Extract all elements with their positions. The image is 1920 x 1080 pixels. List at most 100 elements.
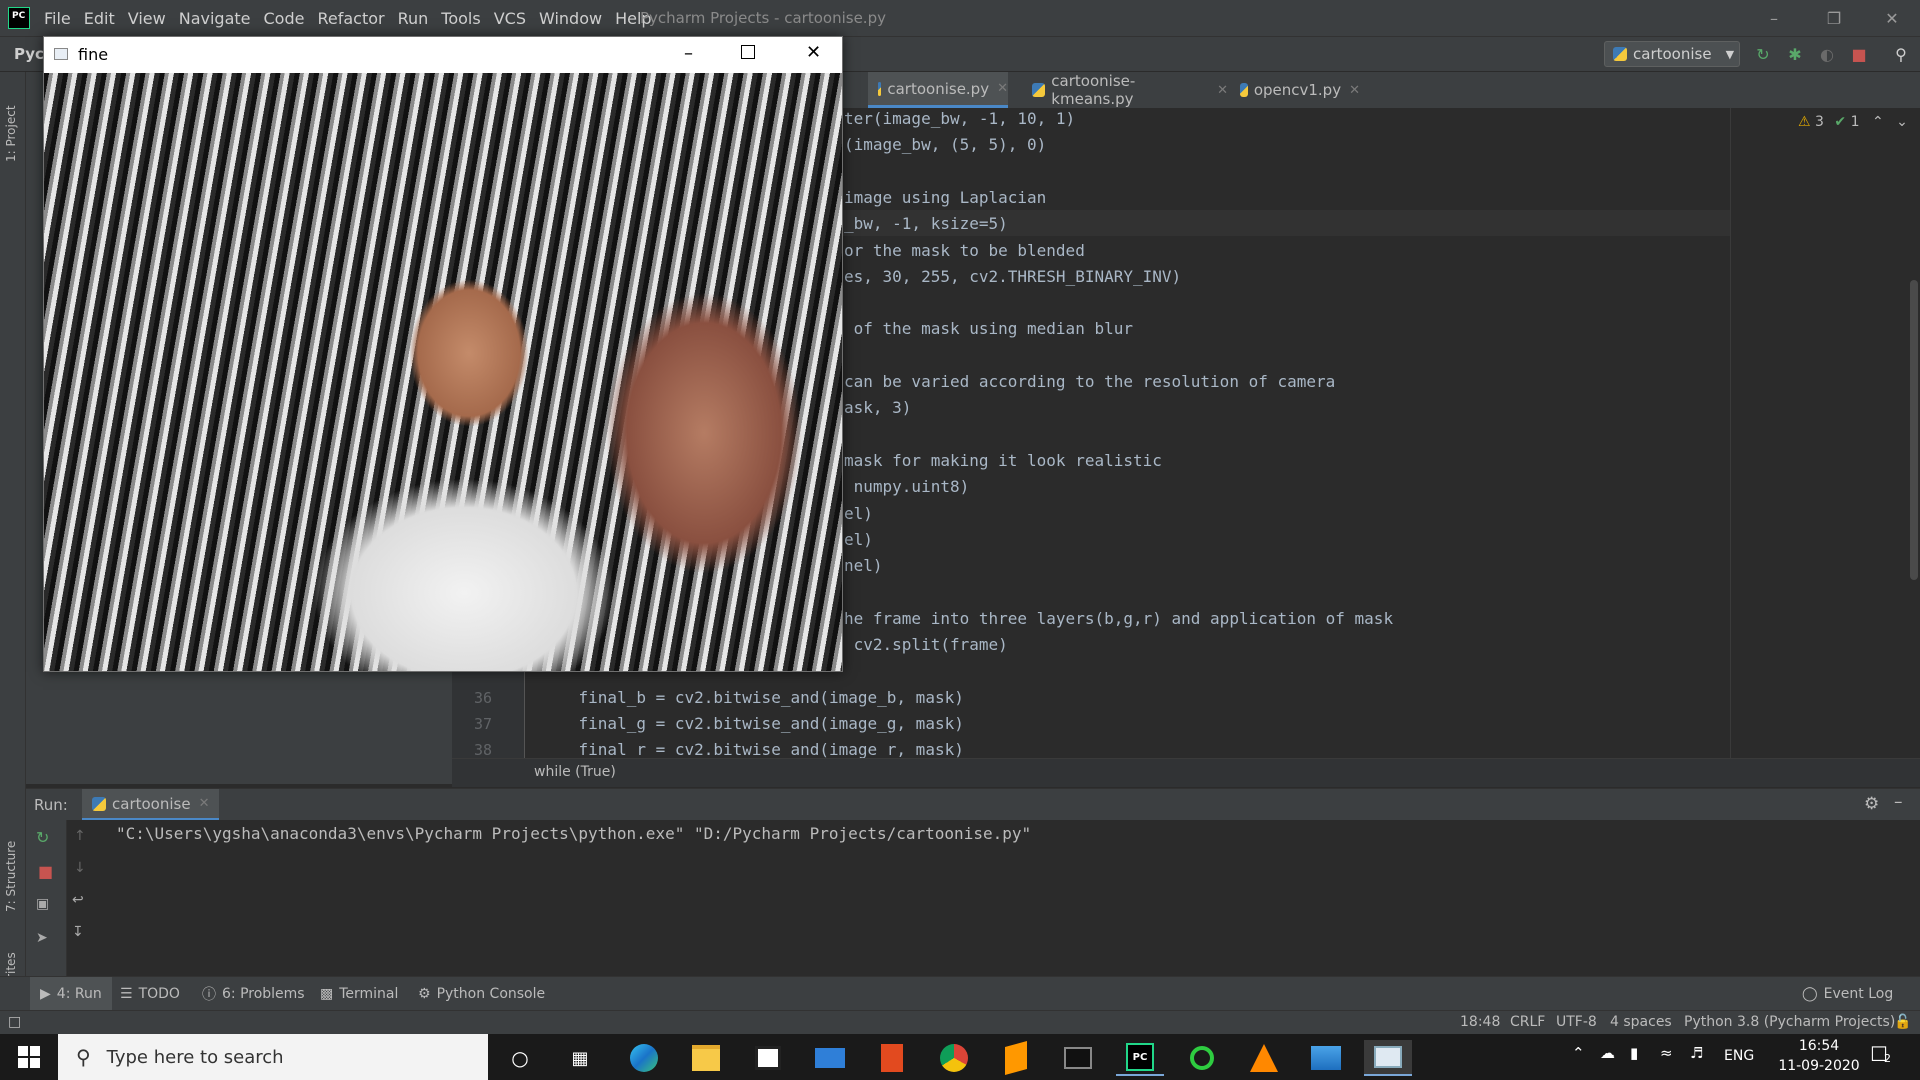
inspection-widget[interactable]: ⚠ 3 ✔ 1 ⌃ ⌄ [1798, 114, 1908, 130]
run-console[interactable] [26, 820, 1920, 976]
pin-icon[interactable]: ➤ [36, 930, 48, 946]
tab-opencv1[interactable]: opencv1.py ✕ [1236, 72, 1360, 108]
menu-vcs[interactable]: VCS [494, 9, 526, 28]
scroll-to-end-icon[interactable]: ↧ [72, 924, 84, 940]
editor-breadcrumb[interactable]: while (True) [452, 758, 1920, 787]
close-tab-icon[interactable]: ✕ [199, 796, 210, 811]
taskbar-search[interactable]: ⚲ Type here to search [58, 1034, 488, 1080]
mail-icon[interactable] [806, 1040, 854, 1076]
line-number: 37 [473, 715, 492, 733]
sublime-icon[interactable] [992, 1040, 1040, 1076]
soft-wrap-icon[interactable]: ↩ [72, 892, 84, 908]
windows-start-icon[interactable] [18, 1046, 40, 1068]
tool-structure[interactable]: 7: Structure [4, 822, 18, 912]
close-button[interactable]: ✕ [806, 42, 821, 63]
wifi-icon[interactable]: ≈ [1660, 1044, 1673, 1062]
left-tool-strip: 1: Project 7: Structure 2: Favorites [0, 72, 26, 1022]
stop-icon[interactable]: ■ [38, 862, 53, 881]
close-tab-icon[interactable]: ✕ [1349, 83, 1360, 98]
input-language[interactable]: ENG [1724, 1048, 1754, 1064]
cloud-icon[interactable]: ☁ [1600, 1044, 1615, 1062]
close-button[interactable]: ✕ [1864, 0, 1920, 36]
menu-code[interactable]: Code [264, 9, 305, 28]
menu-edit[interactable]: Edit [84, 9, 115, 28]
stop-icon[interactable]: ■ [1848, 43, 1870, 65]
editor-scrollbar[interactable] [1910, 280, 1918, 580]
line-separator[interactable]: CRLF [1510, 1014, 1545, 1030]
edge-icon[interactable] [620, 1040, 668, 1076]
chevron-down-icon[interactable]: ⌄ [1896, 114, 1908, 130]
vlc-icon[interactable] [1240, 1040, 1288, 1076]
menu-navigate[interactable]: Navigate [179, 9, 251, 28]
code-line: (image_bw, (5, 5), 0) [844, 135, 1047, 154]
tool-todo[interactable]: ☰ TODO [120, 977, 180, 1011]
panel-toggle-icon[interactable]: □ [8, 1014, 21, 1030]
python-icon [1613, 47, 1627, 61]
event-log[interactable]: ◯ Event Log [1802, 977, 1893, 1011]
restore-button[interactable]: ❐ [1806, 0, 1862, 36]
tab-cartoonise-kmeans[interactable]: cartoonise-kmeans.py ✕ [1028, 72, 1228, 108]
office-icon[interactable] [868, 1040, 916, 1076]
close-tab-icon[interactable]: ✕ [997, 81, 1008, 96]
tool-terminal-label: Terminal [339, 986, 399, 1002]
down-arrow-icon[interactable]: ↓ [74, 860, 86, 876]
file-explorer-icon[interactable] [682, 1040, 730, 1076]
python-interpreter[interactable]: Python 3.8 (Pycharm Projects) [1684, 1014, 1895, 1030]
indent-setting[interactable]: 4 spaces [1610, 1014, 1672, 1030]
terminal-app-icon[interactable] [1054, 1040, 1102, 1076]
fine-window[interactable]: fine – ✕ [43, 36, 843, 672]
battery-icon[interactable]: ▮ [1630, 1044, 1638, 1062]
cortana-icon[interactable]: ○ [496, 1040, 544, 1076]
up-arrow-icon[interactable]: ↑ [74, 828, 86, 844]
menu-file[interactable]: File [44, 9, 71, 28]
show-hidden-icons[interactable]: ⌃ [1572, 1044, 1585, 1062]
tool-run-label: 4: Run [56, 986, 102, 1002]
opencv-window-icon[interactable] [1364, 1040, 1412, 1076]
pycharm-taskbar-icon[interactable]: PC [1116, 1040, 1164, 1076]
volume-icon[interactable]: ♬ [1690, 1044, 1703, 1062]
tab-cartoonise[interactable]: cartoonise.py ✕ [868, 72, 1008, 108]
clock[interactable]: 16:54 11-09-2020 [1778, 1036, 1860, 1076]
tool-problems[interactable]: ⓘ 6: Problems [202, 977, 305, 1011]
lock-icon[interactable]: 🔓 [1894, 1014, 1911, 1030]
rerun-icon[interactable]: ↻ [1752, 43, 1774, 65]
chevron-up-icon[interactable]: ⌃ [1872, 114, 1884, 130]
run-config-select[interactable]: cartoonise ▼ [1604, 41, 1740, 67]
window-icon [54, 48, 68, 60]
task-view-icon[interactable]: ▦ [556, 1040, 604, 1076]
tool-python-console[interactable]: ⚙ Python Console [418, 977, 545, 1011]
run-tab-cartoonise[interactable]: cartoonise ✕ [82, 789, 220, 821]
photos-icon[interactable] [1302, 1040, 1350, 1076]
menu-view[interactable]: View [128, 9, 166, 28]
chrome-icon[interactable] [930, 1040, 978, 1076]
close-tab-icon[interactable]: ✕ [1217, 83, 1228, 98]
search-icon[interactable]: ⚲ [1890, 43, 1912, 65]
clock-time: 16:54 [1798, 1038, 1840, 1054]
coverage-icon[interactable]: ◐ [1816, 43, 1838, 65]
run-tab-label: cartoonise [112, 794, 191, 813]
menu-refactor[interactable]: Refactor [317, 9, 384, 28]
file-encoding[interactable]: UTF-8 [1556, 1014, 1597, 1030]
hide-panel-icon[interactable]: – [1894, 792, 1903, 812]
menu-run[interactable]: Run [398, 9, 429, 28]
menu-window[interactable]: Window [539, 9, 602, 28]
code-line: ask, 3) [844, 398, 912, 417]
debug-icon[interactable]: ✱ [1784, 43, 1806, 65]
minimize-button[interactable]: – [1746, 0, 1802, 36]
maximize-button[interactable] [741, 45, 755, 59]
app-ring-icon[interactable] [1178, 1040, 1226, 1076]
tool-terminal[interactable]: ▩ Terminal [320, 977, 398, 1011]
notification-count: 2 [1884, 1052, 1891, 1065]
cursor-position[interactable]: 18:48 [1460, 1014, 1500, 1030]
store-icon[interactable] [744, 1040, 792, 1076]
layout-icon[interactable]: ▣ [36, 896, 49, 912]
notification-icon[interactable]: ☐ 2 [1870, 1042, 1891, 1066]
gear-icon[interactable]: ⚙ [1864, 794, 1879, 814]
fine-window-titlebar[interactable]: fine – ✕ [44, 37, 842, 73]
menu-tools[interactable]: Tools [441, 9, 480, 28]
tool-project[interactable]: 1: Project [4, 82, 18, 162]
tool-run[interactable]: ▶ 4: Run [30, 977, 112, 1011]
minimize-button[interactable]: – [684, 43, 693, 64]
play-icon: ▶ [40, 986, 51, 1002]
rerun-icon[interactable]: ↻ [36, 828, 49, 847]
